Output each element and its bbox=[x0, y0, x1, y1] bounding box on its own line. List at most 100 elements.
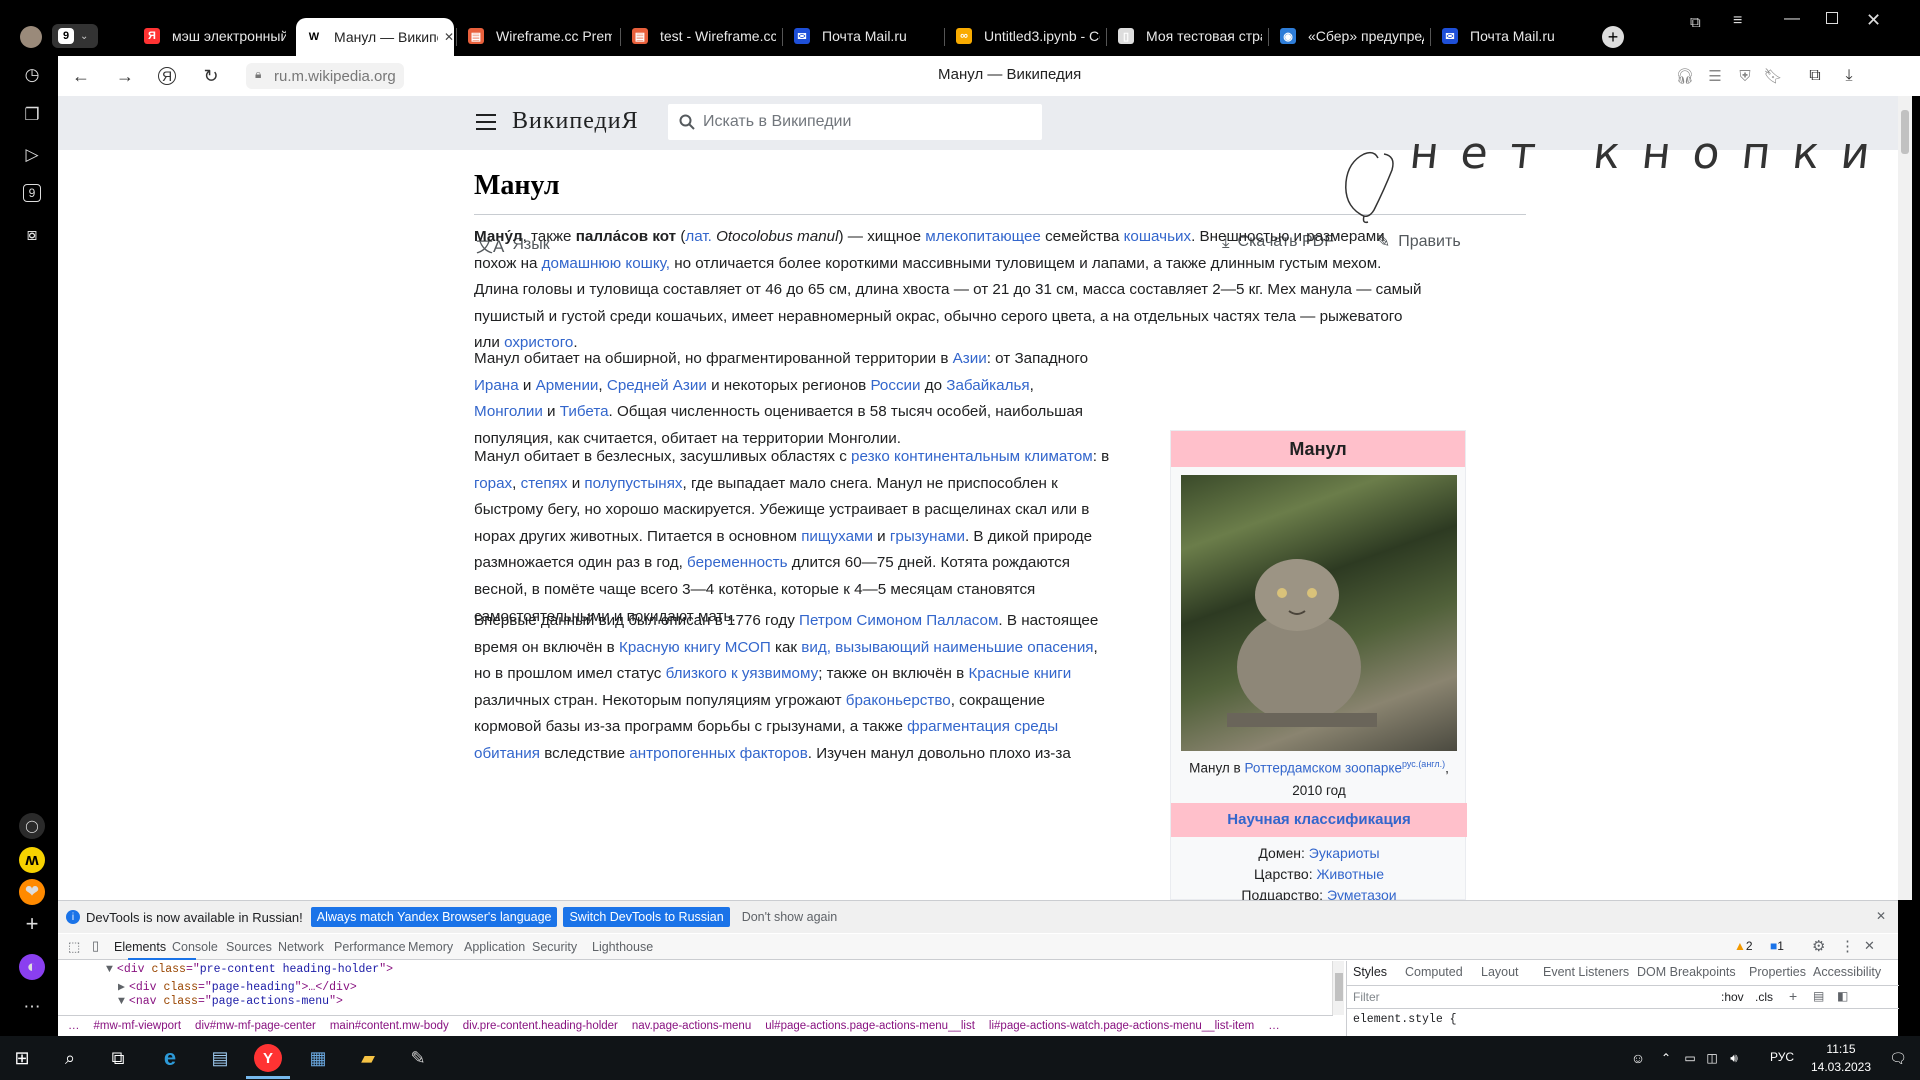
styles-filter-input[interactable]: Filter :hov .cls + ▤ ◧ bbox=[1347, 985, 1899, 1009]
wiki-link[interactable]: Красные книги bbox=[968, 665, 1071, 682]
menu-icon[interactable]: ≡ bbox=[1733, 12, 1742, 30]
dom-node-line[interactable]: ▼ <nav class="page-actions-menu"> bbox=[118, 995, 343, 1008]
styles-tab-accessibility[interactable]: Accessibility bbox=[1813, 965, 1881, 979]
messages-badge[interactable]: ■1 bbox=[1770, 939, 1784, 953]
dom-node-line[interactable]: ▼ <div class="pre-content heading-holder"… bbox=[106, 963, 393, 976]
add-rule-icon[interactable]: + bbox=[1789, 988, 1797, 1004]
wiki-link[interactable]: обитания bbox=[474, 745, 540, 762]
collections-icon[interactable]: ⧉ bbox=[1690, 14, 1701, 31]
windows-start-icon[interactable]: ⊞ bbox=[8, 1044, 36, 1072]
devtools-tab-elements[interactable]: Elements bbox=[114, 940, 166, 954]
breadcrumb-item[interactable]: div.pre-content.heading-holder bbox=[463, 1020, 618, 1032]
minimize-icon[interactable]: — bbox=[1784, 10, 1800, 28]
search-icon[interactable]: ⌕ bbox=[56, 1044, 84, 1072]
clock[interactable]: 11:15 14.03.2023 bbox=[1806, 1040, 1876, 1076]
yandex-browser-icon[interactable]: Y bbox=[254, 1044, 282, 1072]
wiki-link[interactable]: степях bbox=[521, 475, 568, 492]
url-field[interactable]: 🔒︎ ru.m.wikipedia.org bbox=[246, 63, 404, 89]
scrollbar-thumb[interactable] bbox=[1901, 110, 1909, 154]
close-window-icon[interactable]: ✕ bbox=[1866, 10, 1881, 31]
browser-tab[interactable]: ▯ Моя тестовая стран bbox=[1108, 18, 1262, 54]
wiki-link[interactable]: грызунами bbox=[890, 528, 965, 545]
wiki-link[interactable]: России bbox=[870, 377, 920, 394]
video-icon[interactable]: ▷ bbox=[21, 144, 43, 166]
inspect-icon[interactable]: ⬚ bbox=[68, 939, 80, 955]
volume-icon[interactable]: 🔊︎ bbox=[1720, 1044, 1748, 1072]
download-icon[interactable]: ⤓ bbox=[1838, 65, 1860, 87]
wiki-link[interactable]: Красную книгу МСОП bbox=[619, 639, 771, 656]
wiki-link[interactable]: Средней Азии bbox=[607, 377, 707, 394]
devtools-tab-application[interactable]: Application bbox=[464, 940, 525, 954]
notepad-icon[interactable]: ▤ bbox=[206, 1044, 234, 1072]
wiki-link[interactable]: млекопитающее bbox=[925, 228, 1041, 245]
devtools-tab-lighthouse[interactable]: Lighthouse bbox=[592, 940, 653, 954]
file-explorer-icon[interactable]: ▰ bbox=[354, 1044, 382, 1072]
internet-explorer-icon[interactable]: e bbox=[156, 1044, 184, 1072]
market-icon[interactable]: ʍ bbox=[19, 847, 45, 873]
browser-tab[interactable]: ◉ «Сбер» предупред bbox=[1270, 18, 1424, 54]
sidebar-toggle-icon[interactable]: ◧ bbox=[1837, 989, 1848, 1003]
alice-icon[interactable]: ◐ bbox=[19, 954, 45, 980]
devtools-tab-performance[interactable]: Performance bbox=[334, 940, 406, 954]
wiki-link[interactable]: близкого к уязвимому bbox=[666, 665, 819, 682]
reader-icon[interactable]: ☰ bbox=[1704, 65, 1726, 87]
wiki-link[interactable]: браконьерство bbox=[846, 692, 951, 709]
wiki-link[interactable]: Армении bbox=[536, 377, 599, 394]
history-icon[interactable]: ◷ bbox=[21, 64, 43, 86]
wiki-link[interactable]: Петром Симоном Палласом bbox=[799, 612, 998, 629]
wiki-link[interactable]: Азии bbox=[953, 350, 987, 367]
paint-icon[interactable]: ✎ bbox=[404, 1044, 432, 1072]
input-language[interactable]: РУС bbox=[1770, 1050, 1794, 1064]
breadcrumb-item[interactable]: #mw-mf-viewport bbox=[94, 1020, 182, 1032]
styles-tab-computed[interactable]: Computed bbox=[1405, 965, 1463, 979]
profile-avatar[interactable] bbox=[20, 26, 42, 48]
breadcrumb-item[interactable]: div#mw-mf-page-center bbox=[195, 1020, 316, 1032]
devtools-tab-network[interactable]: Network bbox=[278, 940, 324, 954]
computed-toggle-icon[interactable]: ▤ bbox=[1813, 989, 1824, 1003]
back-icon[interactable]: ← bbox=[70, 65, 92, 87]
hov-toggle[interactable]: :hov bbox=[1721, 990, 1744, 1004]
wiki-link[interactable]: резко континентальным климатом bbox=[851, 448, 1093, 465]
tab-count-icon[interactable]: 9 bbox=[23, 184, 41, 202]
wiki-link[interactable]: полупустынях bbox=[584, 475, 682, 492]
wiki-link[interactable]: фрагментация среды bbox=[907, 718, 1058, 735]
row-value-link[interactable]: Эукариоты bbox=[1309, 845, 1380, 861]
match-language-button[interactable]: Always match Yandex Browser's language bbox=[310, 907, 558, 927]
wiki-link[interactable]: пищухами bbox=[801, 528, 873, 545]
heart-icon[interactable]: ❤ bbox=[19, 879, 45, 905]
browser-tab[interactable]: ▤ test - Wireframe.cc P bbox=[622, 18, 776, 54]
browser-tab[interactable]: W Манул — Википе ✕ bbox=[296, 18, 454, 56]
maximize-icon[interactable] bbox=[1826, 12, 1838, 24]
wiki-link[interactable]: лат. bbox=[685, 228, 711, 245]
reload-icon[interactable]: ↻ bbox=[200, 65, 222, 87]
collections-icon[interactable]: ❐ bbox=[21, 104, 43, 126]
browser-tab[interactable]: Ямэш электронный д bbox=[134, 18, 286, 54]
wiki-link[interactable]: Монголии bbox=[474, 403, 543, 420]
wiki-link[interactable]: кошачьих bbox=[1124, 228, 1191, 245]
breadcrumb-item[interactable]: … bbox=[68, 1020, 80, 1032]
browser-tab[interactable]: ✉ Почта Mail.ru bbox=[1432, 18, 1586, 54]
more-icon[interactable]: ⋯ bbox=[21, 996, 43, 1018]
new-tab-button[interactable]: + bbox=[1602, 26, 1624, 48]
devtools-tab-memory[interactable]: Memory bbox=[408, 940, 453, 954]
breadcrumb-item[interactable]: main#content.mw-body bbox=[330, 1020, 449, 1032]
styles-tab-event-listeners[interactable]: Event Listeners bbox=[1543, 965, 1629, 979]
devtools-tab-console[interactable]: Console bbox=[172, 940, 218, 954]
styles-tab-properties[interactable]: Properties bbox=[1749, 965, 1806, 979]
notifications-icon[interactable]: 🗨︎ bbox=[1884, 1044, 1912, 1072]
browser-tab[interactable]: ∞ Untitled3.ipynb - Co bbox=[946, 18, 1100, 54]
zoo-link[interactable]: Роттердамском зоопарке bbox=[1244, 761, 1402, 776]
yandex-home-icon[interactable]: Я bbox=[158, 67, 176, 85]
headphones-icon[interactable]: 🎧︎ bbox=[1674, 65, 1696, 87]
close-devtools-icon[interactable]: ✕ bbox=[1864, 938, 1875, 954]
bookmark-icon[interactable]: 🔖︎ bbox=[1762, 65, 1784, 87]
row-value-link[interactable]: Эуметазои bbox=[1327, 887, 1397, 900]
settings-gear-icon[interactable]: ⚙ bbox=[1812, 937, 1825, 955]
breadcrumb-item[interactable]: ul#page-actions.page-actions-menu__list bbox=[765, 1020, 975, 1032]
lang-marker[interactable]: рус.(англ.) bbox=[1402, 759, 1445, 769]
close-tab-icon[interactable]: ✕ bbox=[444, 30, 454, 44]
wiki-link[interactable]: домашнюю кошку, bbox=[542, 255, 670, 272]
task-view-icon[interactable]: ⧉ bbox=[104, 1044, 132, 1072]
wiki-link[interactable]: антропогенных факторов bbox=[629, 745, 807, 762]
devtools-tab-security[interactable]: Security bbox=[532, 940, 577, 954]
